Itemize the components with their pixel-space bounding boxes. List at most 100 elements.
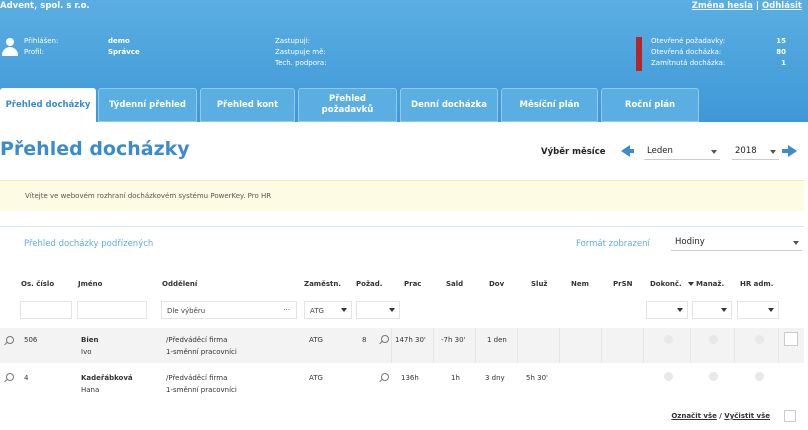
- stat-rejected-attendance-label[interactable]: Zamítnutá docházka:: [651, 58, 725, 69]
- user-icon: [2, 38, 18, 58]
- tab-denni-dochazka[interactable]: Denní docházka: [400, 88, 498, 122]
- cell-sald: -7h 30': [441, 336, 466, 344]
- status-dot[interactable]: [664, 335, 673, 344]
- table-row[interactable]: 506 Bien Ivo /Předváděcí firma 1-směnní …: [0, 328, 804, 363]
- substitution-info: Zastupuji: Zastupuje mě: Tech. podpora:: [275, 36, 327, 69]
- col-oddeleni[interactable]: Oddělení: [162, 280, 197, 288]
- filter-manazer[interactable]: [692, 301, 732, 319]
- format-select[interactable]: Hodiny: [671, 237, 802, 251]
- logged-label: Přihlášen:: [24, 37, 59, 45]
- status-dot[interactable]: [709, 335, 718, 344]
- col-nem[interactable]: Nem: [571, 280, 589, 288]
- year-value: 2018: [735, 146, 757, 156]
- tab-rocni-plan[interactable]: Roční plán: [601, 88, 699, 122]
- cell-os-cislo: 4: [24, 374, 29, 382]
- stat-rejected-attendance-value: 1: [781, 59, 786, 67]
- stat-open-requests-value: 15: [776, 37, 786, 45]
- col-sluz[interactable]: Služ: [531, 280, 548, 288]
- search-icon[interactable]: [381, 373, 389, 381]
- format-label: Formát zobrazení: [576, 239, 650, 249]
- col-os-cislo[interactable]: Os. číslo: [21, 280, 54, 288]
- col-jmeno[interactable]: Jméno: [78, 280, 102, 288]
- chevron-down-icon: [389, 308, 395, 312]
- change-password-link[interactable]: Změna hesla: [692, 1, 753, 11]
- tab-prehled-pozadavku[interactable]: Přehled požadavků: [298, 88, 397, 122]
- prev-month-arrow-icon[interactable]: [621, 145, 634, 157]
- user-labels: Přihlášen: Profil:: [24, 36, 58, 58]
- status-dot[interactable]: [755, 372, 764, 381]
- tab-prehled-kont[interactable]: Přehled kont: [200, 88, 295, 122]
- zastupuje-me-label: Zastupuje mě:: [275, 48, 326, 56]
- filter-jmeno[interactable]: [77, 301, 147, 319]
- stat-open-requests-label[interactable]: Otevřené požadavky:: [651, 36, 725, 47]
- status-dot[interactable]: [709, 372, 718, 381]
- month-select-label: Výběr měsíce: [541, 147, 606, 157]
- filter-pozadavky[interactable]: [356, 301, 400, 319]
- cell-dov: 3 dny: [485, 374, 505, 382]
- chevron-down-icon: [721, 308, 727, 312]
- next-month-arrow-icon[interactable]: [782, 145, 797, 157]
- tab-prehled-dochazky[interactable]: Přehled docházky: [0, 88, 96, 122]
- col-divider: [559, 328, 560, 363]
- cell-surname: Kadeřábková: [81, 374, 133, 382]
- col-divider: [517, 328, 518, 363]
- select-all-link[interactable]: Označit vše: [671, 412, 717, 420]
- company-name: Advent, spol. s r.o.: [0, 1, 90, 11]
- col-prsn[interactable]: PrSN: [613, 280, 632, 288]
- filter-os-cislo[interactable]: [20, 301, 72, 319]
- select-all-checkbox[interactable]: [784, 410, 796, 422]
- filter-zamestnavatel-value: ATG: [310, 307, 324, 315]
- cell-dept2: 1-směnní pracovníci: [166, 386, 237, 394]
- col-manazer[interactable]: Manaž.: [696, 280, 724, 288]
- panel-divider: [0, 226, 804, 227]
- cell-sald: 1h: [451, 374, 460, 382]
- more-icon[interactable]: ···: [283, 306, 290, 314]
- col-zamestnavatel[interactable]: Zaměstn.: [304, 280, 341, 288]
- stats-values: 15 80 1: [760, 36, 786, 69]
- cell-employer: ATG: [309, 374, 323, 382]
- col-pozadavky[interactable]: Požad.: [356, 280, 382, 288]
- top-links: Změna hesla | Odhlásit: [692, 1, 802, 11]
- search-icon[interactable]: [6, 373, 14, 381]
- search-icon[interactable]: [381, 335, 389, 343]
- sort-desc-icon[interactable]: [688, 282, 694, 286]
- chevron-down-icon: [677, 308, 683, 312]
- profile-label: Profil:: [24, 48, 44, 56]
- status-dot[interactable]: [755, 335, 764, 344]
- col-sald[interactable]: Sald: [446, 280, 463, 288]
- col-hr-admin[interactable]: HR adm.: [740, 280, 773, 288]
- filter-oddeleni[interactable]: Dle výběru ···: [161, 301, 297, 319]
- footer-links: Označit vše / Vyčistit vše: [671, 412, 770, 420]
- cell-dept2: 1-směnní pracovníci: [166, 348, 237, 356]
- format-value: Hodiny: [675, 237, 705, 247]
- filter-dokonceno[interactable]: [646, 301, 688, 319]
- footer-separator: /: [719, 412, 722, 420]
- month-select[interactable]: Leden: [644, 146, 720, 160]
- search-icon[interactable]: [6, 336, 14, 344]
- clear-all-link[interactable]: Vyčistit vše: [724, 412, 770, 420]
- row-checkbox[interactable]: [784, 332, 798, 346]
- col-divider: [778, 328, 779, 363]
- filter-hr-admin[interactable]: [737, 301, 779, 319]
- chevron-down-icon: [768, 308, 774, 312]
- col-dov[interactable]: Dov: [489, 280, 504, 288]
- col-divider: [601, 328, 602, 363]
- col-divider: [643, 328, 644, 363]
- col-prac[interactable]: Prac: [404, 280, 421, 288]
- filter-zamestnavatel[interactable]: ATG: [304, 301, 352, 319]
- stat-open-attendance-label[interactable]: Otevřená docházka:: [651, 47, 725, 58]
- cell-firstname: Ivo: [81, 348, 92, 356]
- tech-support-label: Tech. podpora:: [275, 59, 327, 67]
- table-row[interactable]: 4 Kadeřábková Hana /Předváděcí firma 1-s…: [0, 365, 804, 400]
- logout-link[interactable]: Odhlásit: [762, 1, 802, 11]
- tab-mesicni-plan[interactable]: Měsíční plán: [501, 88, 598, 122]
- year-select[interactable]: 2018: [732, 146, 779, 160]
- app-header: Advent, spol. s r.o. Změna hesla | Odhlási…: [0, 0, 808, 122]
- status-dot[interactable]: [664, 372, 673, 381]
- cell-os-cislo: 506: [24, 336, 38, 344]
- month-value: Leden: [647, 146, 673, 156]
- col-dokonceno[interactable]: Dokonč.: [650, 280, 682, 288]
- col-divider: [690, 328, 691, 363]
- cell-prac: 136h: [401, 374, 419, 382]
- tab-tydenni-prehled[interactable]: Týdenní přehled: [98, 88, 197, 122]
